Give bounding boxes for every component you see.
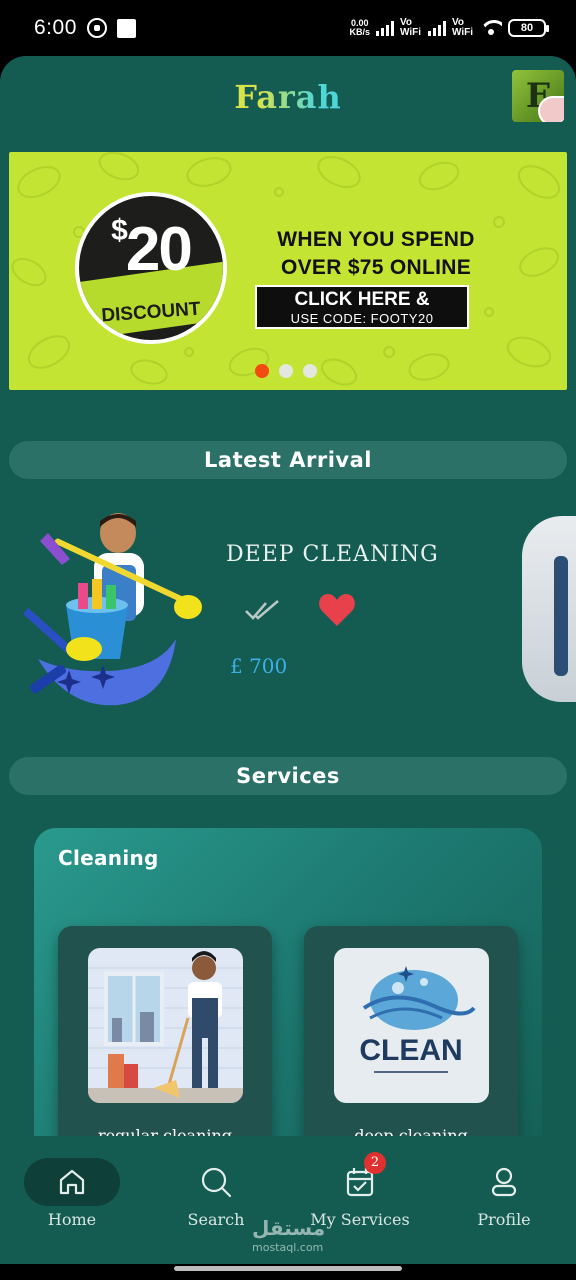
promo-text: WHEN YOU SPEND OVER $75 ONLINE [241,226,511,282]
wifi-icon [480,20,502,36]
discount-badge: $20 DISCOUNT [75,192,227,344]
next-arrival-card[interactable] [522,516,576,702]
mostaql-watermark: مستقل mostaql.com [252,1218,325,1258]
signal-icon-2 [428,20,446,36]
signal-icon [376,20,394,36]
notification-icon [116,18,136,38]
services-category-title: Cleaning [58,846,159,870]
status-bar-right: 0.00 KB/s Vo WiFi Vo WiFi 80 [349,17,549,38]
nav-search-wrap [168,1158,264,1206]
discount-value: 20 [125,215,193,284]
arrival-title[interactable]: DEEP CLEANING [226,542,439,567]
home-icon [59,1169,85,1195]
discount-amount: $20 [79,214,223,285]
promo-line-1: WHEN YOU SPEND [277,228,475,251]
carousel-dots [255,364,317,378]
services-heading: Services [9,757,567,795]
status-bar: 6:00 0.00 KB/s Vo WiFi Vo WiFi 80 [0,0,576,56]
app-screen: Farah F $20 DISCOUNT WHEN YOU SPEND OVER… [0,56,576,1264]
my-services-badge: 2 [364,1152,386,1174]
nav-label-profile: Profile [477,1210,531,1229]
carousel-dot-1[interactable] [255,364,269,378]
regular-cleaning-image [88,948,243,1103]
farah-logo-icon[interactable]: F [512,70,564,122]
nav-item-home[interactable]: Home [0,1136,144,1229]
battery-icon: 80 [508,19,549,37]
promo-cta-line-2: USE CODE: FOOTY20 [290,311,434,326]
nav-item-profile[interactable]: Profile [432,1136,576,1229]
watermark-arabic: مستقل [252,1216,326,1240]
arrival-price: £ 700 [230,654,288,678]
clean-logo-text: CLEAN [359,1034,462,1067]
nav-home-highlight [24,1158,120,1206]
carousel-dot-2[interactable] [279,364,293,378]
search-icon [201,1167,232,1198]
battery-level: 80 [520,22,534,34]
profile-icon [491,1167,517,1197]
nav-services-wrap: 2 [312,1152,408,1206]
discount-currency: $ [111,214,128,247]
vowifi-label-1: Vo WiFi [400,17,422,38]
carousel-dot-3[interactable] [303,364,317,378]
double-check-icon[interactable] [244,597,280,625]
deep-cleaning-logo-image: CLEAN [334,948,489,1103]
whatsapp-icon [86,18,107,38]
status-time: 6:00 [34,16,77,39]
nav-label-home: Home [47,1210,97,1229]
network-speed: 0.00 KB/s [349,19,370,37]
vowifi-label-2: Vo WiFi [452,17,474,38]
app-title: Farah [0,78,576,116]
nav-profile-wrap [456,1158,552,1206]
status-bar-left: 6:00 [34,16,136,40]
network-speed-unit: KB/s [349,27,370,37]
watermark-latin: mostaql.com [252,1241,324,1254]
latest-arrival-heading: Latest Arrival [9,441,567,479]
deep-cleaning-image[interactable] [8,509,210,713]
promo-banner[interactable]: $20 DISCOUNT WHEN YOU SPEND OVER $75 ONL… [9,152,567,390]
promo-line-2: OVER $75 ONLINE [280,256,472,279]
promo-cta-line-1: CLICK HERE & [294,289,430,310]
gesture-bar[interactable] [0,1264,576,1280]
favorite-heart-icon[interactable] [318,592,356,628]
promo-cta-button[interactable]: CLICK HERE & USE CODE: FOOTY20 [255,285,469,329]
